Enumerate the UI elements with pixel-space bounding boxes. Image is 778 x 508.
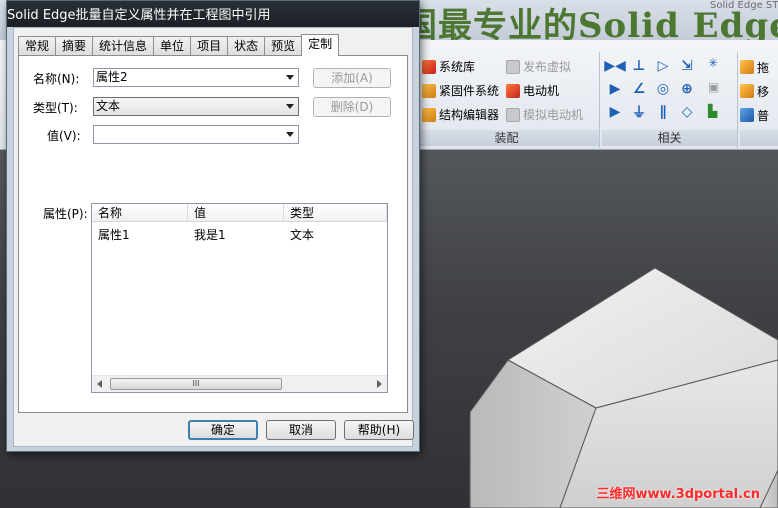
row-value-cell: 我是1 bbox=[194, 228, 226, 242]
value-combobox[interactable] bbox=[93, 125, 299, 144]
general-icon bbox=[740, 108, 754, 122]
ribbon-item-motor[interactable]: 电动机 bbox=[506, 82, 559, 99]
tangent-icon[interactable]: ◎ bbox=[654, 79, 672, 99]
tab-statistics[interactable]: 统计信息 bbox=[92, 36, 155, 56]
ribbon-item-fastener[interactable]: 紧固件系统 bbox=[422, 82, 499, 99]
flash-fit-icon[interactable]: ✳ bbox=[708, 56, 719, 78]
app-window-title: Solid Edge ST bbox=[710, 0, 778, 11]
scroll-left-icon[interactable] bbox=[97, 380, 102, 388]
cam-icon[interactable]: ⊕ bbox=[678, 79, 696, 99]
partial-ribbon-items: 拖 移 普 bbox=[740, 56, 769, 126]
connect-icon[interactable]: ▶ bbox=[606, 79, 624, 99]
scroll-thumb[interactable]: III bbox=[110, 378, 282, 390]
properties-table-header: 名称 值 类型 bbox=[92, 204, 387, 222]
ribbon-item-move[interactable]: 移 bbox=[740, 80, 769, 102]
ribbon-item-structure-editor[interactable]: 结构编辑器 bbox=[422, 106, 499, 123]
axial-align-icon[interactable]: ▷ bbox=[654, 56, 672, 76]
relationship-assistant-icon[interactable]: ▙ bbox=[708, 104, 719, 126]
ribbon-item-publish-virtual[interactable]: 发布虚拟 bbox=[506, 58, 571, 75]
name-label: 名称(N): bbox=[33, 72, 80, 86]
tab-summary[interactable]: 摘要 bbox=[55, 36, 94, 56]
table-row[interactable]: 属性1 我是1 文本 bbox=[92, 226, 387, 244]
ribbon-item-drag[interactable]: 拖 bbox=[740, 56, 769, 78]
tab-preview[interactable]: 预览 bbox=[264, 36, 303, 56]
publish-virtual-icon bbox=[506, 59, 520, 74]
structure-editor-icon bbox=[422, 107, 436, 122]
watermark: 三维网www.3dportal.cn bbox=[596, 487, 760, 502]
ribbon-group-label-relations: 相关 bbox=[602, 130, 737, 146]
properties-dialog: Solid Edge批量自定义属性并在工程图中引用 常规 摘要 统计信息 单位 … bbox=[6, 0, 420, 452]
add-button[interactable]: 添加(A) bbox=[313, 68, 391, 88]
help-button[interactable]: 帮助(H) bbox=[344, 420, 414, 440]
mate-icon[interactable]: ▶◀ bbox=[604, 56, 626, 76]
properties-listview[interactable]: 名称 值 类型 属性1 我是1 文本 III bbox=[91, 203, 388, 393]
ribbon-item-general[interactable]: 普 bbox=[740, 104, 769, 126]
properties-label: 属性(P): bbox=[43, 207, 88, 221]
insert-icon[interactable]: ⇲ bbox=[678, 56, 696, 76]
tab-general[interactable]: 常规 bbox=[18, 36, 57, 56]
scroll-right-icon[interactable] bbox=[377, 380, 382, 388]
name-value: 属性2 bbox=[96, 70, 128, 84]
planar-align-icon[interactable]: ⊥ bbox=[630, 56, 648, 76]
dialog-title: Solid Edge批量自定义属性并在工程图中引用 bbox=[7, 8, 271, 23]
ribbon-group-label-partial bbox=[740, 130, 778, 146]
tab-strip: 常规 摘要 统计信息 单位 项目 状态 预览 定制 bbox=[18, 34, 340, 56]
tab-project[interactable]: 项目 bbox=[190, 36, 229, 56]
column-header-value[interactable]: 值 bbox=[188, 204, 284, 222]
capture-fit-icon[interactable]: ▣ bbox=[708, 80, 719, 102]
relations-icon-grid: ▶◀ ⊥ ▷ ⇲ ▶ ∠ ◎ ⊕ ▶ ⏚ ∥ ◇ bbox=[604, 56, 700, 122]
relations-extra-icons: ✳ ▣ ▙ bbox=[708, 56, 719, 126]
tab-status[interactable]: 状态 bbox=[227, 36, 266, 56]
column-header-name[interactable]: 名称 bbox=[92, 204, 188, 222]
ribbon-group-label-assembly: 装配 bbox=[414, 130, 599, 146]
type-select[interactable]: 文本 bbox=[93, 97, 299, 116]
angle-icon[interactable]: ∠ bbox=[630, 79, 648, 99]
library-icon bbox=[422, 59, 436, 74]
cancel-button[interactable]: 取消 bbox=[266, 420, 336, 440]
parallel-icon[interactable]: ▶ bbox=[606, 102, 624, 122]
type-label: 类型(T): bbox=[33, 101, 78, 115]
custom-tab-panel: 名称(N): 属性2 添加(A) 类型(T): 文本 删除(D) 值(V): 属… bbox=[18, 55, 408, 413]
horizontal-scrollbar[interactable]: III bbox=[92, 375, 387, 392]
name-combobox[interactable]: 属性2 bbox=[93, 68, 299, 87]
chevron-down-icon[interactable] bbox=[286, 75, 294, 80]
ground-icon[interactable]: ⏚ bbox=[630, 102, 648, 122]
row-name-cell: 属性1 bbox=[98, 228, 130, 242]
simulate-motor-icon bbox=[506, 107, 520, 122]
row-type-cell: 文本 bbox=[290, 228, 315, 242]
value-label: 值(V): bbox=[47, 129, 81, 143]
chevron-down-icon[interactable] bbox=[286, 132, 294, 137]
tab-units[interactable]: 单位 bbox=[153, 36, 192, 56]
drag-icon bbox=[740, 60, 754, 74]
delete-button[interactable]: 删除(D) bbox=[313, 97, 391, 117]
ribbon-item-library[interactable]: 系统库 bbox=[422, 58, 475, 75]
type-value: 文本 bbox=[96, 99, 121, 113]
chevron-down-icon[interactable] bbox=[286, 104, 294, 109]
ok-button[interactable]: 确定 bbox=[188, 420, 258, 440]
tab-custom[interactable]: 定制 bbox=[301, 34, 340, 56]
ribbon-item-simulate-motor[interactable]: 模拟电动机 bbox=[506, 106, 583, 123]
fastener-icon bbox=[422, 83, 436, 98]
motor-icon bbox=[506, 83, 520, 98]
move-icon bbox=[740, 84, 754, 98]
gear-relation-icon[interactable]: ∥ bbox=[654, 102, 672, 122]
path-icon[interactable]: ◇ bbox=[678, 102, 696, 122]
column-header-type[interactable]: 类型 bbox=[284, 204, 387, 222]
ribbon-group-assembly: 系统库 紧固件系统 结构编辑器 发布虚拟 电动机 模拟电动机 装配 bbox=[414, 52, 600, 148]
dialog-body: 常规 摘要 统计信息 单位 项目 状态 预览 定制 名称(N): 属性2 添加(… bbox=[13, 27, 414, 447]
dialog-titlebar[interactable]: Solid Edge批量自定义属性并在工程图中引用 bbox=[7, 1, 419, 27]
